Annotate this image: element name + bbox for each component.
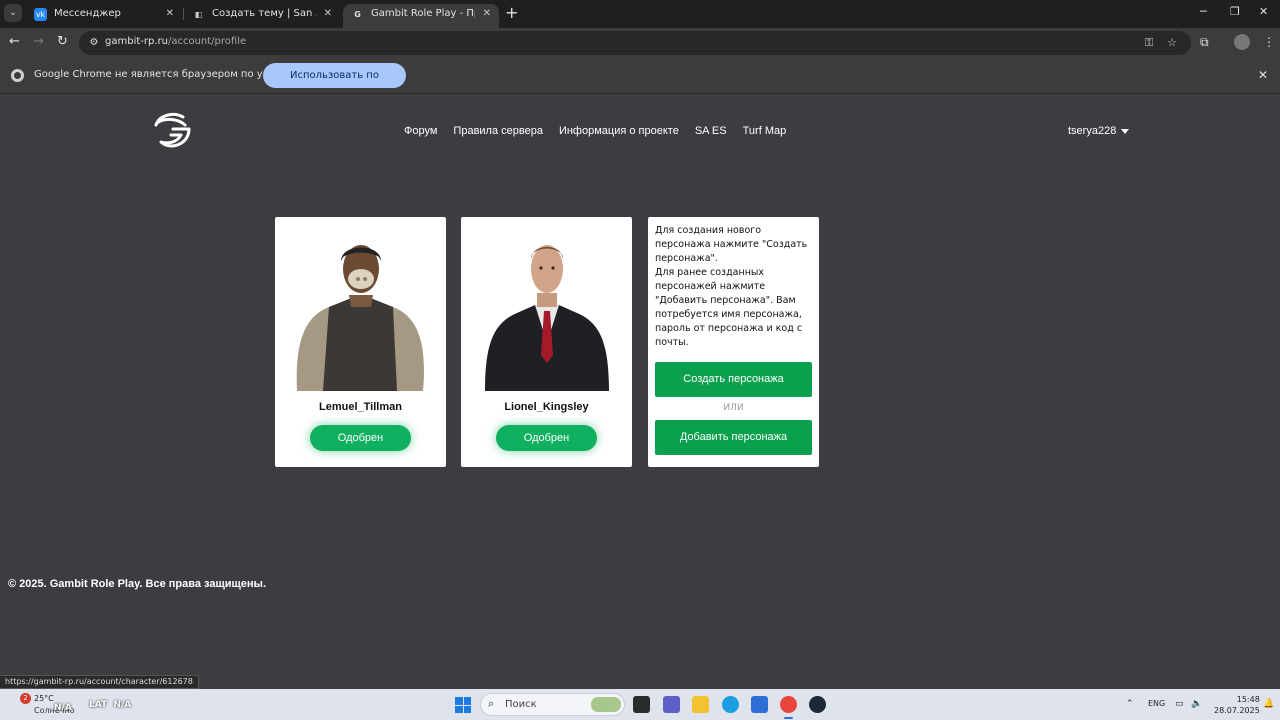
back-arrow-icon[interactable]: ← xyxy=(9,34,20,49)
status-bar-url: https://gambit-rp.ru/account/character/6… xyxy=(0,675,199,689)
add-hint-text: Для ранее созданных персонажей нажмите "… xyxy=(655,267,803,348)
window-close-icon[interactable]: ✕ xyxy=(1259,5,1268,18)
status-badge: Одобрен xyxy=(496,425,597,451)
create-hint-text: Для создания нового персонажа нажмите "С… xyxy=(655,225,808,264)
extensions-icon[interactable]: ⧉ xyxy=(1200,35,1209,50)
task-view-icon[interactable] xyxy=(633,696,650,713)
tab-gambit-profile[interactable]: G Gambit Role Play - Профиль Ui ✕ xyxy=(343,4,499,28)
status-badge: Одобрен xyxy=(310,425,411,451)
edge-icon[interactable] xyxy=(722,696,739,713)
profile-avatar[interactable] xyxy=(1234,34,1250,50)
windows-start-icon[interactable] xyxy=(455,697,471,713)
search-placeholder: Поиск xyxy=(505,699,537,710)
nav-forum[interactable]: Форум xyxy=(404,125,437,137)
site-info-icon[interactable]: ⚙ xyxy=(87,36,101,50)
infobar-close-icon[interactable]: ✕ xyxy=(1258,68,1268,82)
url-text[interactable]: gambit-rp.ru/account/profile xyxy=(105,36,246,47)
network-icon[interactable]: ▭ xyxy=(1175,699,1184,709)
tab-messenger[interactable]: vk Мессенджер ✕ xyxy=(26,4,182,28)
search-highlight-icon xyxy=(591,697,621,712)
weather-temp: 25°C xyxy=(34,694,54,703)
reload-icon[interactable]: ↻ xyxy=(57,34,68,49)
new-tab-button[interactable]: + xyxy=(505,3,518,22)
store-icon[interactable] xyxy=(751,696,768,713)
tab-search-icon[interactable]: ⌄ xyxy=(4,4,22,22)
clock[interactable]: 15:48 28.07.2025 xyxy=(1214,694,1260,716)
taskbar-search[interactable]: ⌕ Поиск xyxy=(480,693,625,716)
windows-taskbar: 2 25°C Солнечно N/A LAT N/A ⌕ Поиск ⌃ EN… xyxy=(0,689,1280,720)
caret-down-icon xyxy=(1121,128,1130,134)
tab-title: Создать тему | San Andreas Em xyxy=(212,8,316,19)
tab-title: Gambit Role Play - Профиль Ui xyxy=(371,8,475,19)
chrome-taskbar-icon[interactable] xyxy=(780,696,797,719)
nav-sa-es[interactable]: SA ES xyxy=(695,125,727,137)
chrome-icon xyxy=(11,69,24,82)
character-name: Lionel_Kingsley xyxy=(504,401,589,413)
close-icon[interactable]: ✕ xyxy=(324,4,332,24)
create-character-button[interactable]: Создать персонажа xyxy=(655,362,812,397)
character-card[interactable]: Lemuel_Tillman Одобрен xyxy=(275,217,446,467)
vk-icon: vk xyxy=(34,8,47,21)
password-key-icon[interactable]: ⚿ xyxy=(1145,36,1153,50)
character-card[interactable]: Lionel_Kingsley Одобрен xyxy=(461,217,632,467)
notifications-icon[interactable]: 🔔 xyxy=(1263,699,1274,709)
footer-copyright: © 2025. Gambit Role Play. Все права защи… xyxy=(8,578,266,590)
gambit-logo-icon[interactable] xyxy=(153,111,193,149)
volume-icon[interactable]: 🔈 xyxy=(1191,699,1202,709)
tab-title: Мессенджер xyxy=(54,8,121,19)
clock-date: 28.07.2025 xyxy=(1214,706,1260,715)
nav-project-info[interactable]: Информация о проекте xyxy=(559,125,679,137)
notification-badge: 2 xyxy=(20,693,31,704)
file-explorer-icon[interactable] xyxy=(692,696,709,713)
user-menu[interactable]: tserya228 xyxy=(1068,125,1130,137)
restore-icon[interactable]: ❐ xyxy=(1230,5,1240,18)
add-character-card: Для создания нового персонажа нажмите "С… xyxy=(648,217,819,467)
nav-turf-map[interactable]: Turf Map xyxy=(743,125,787,137)
add-character-button[interactable]: Добавить персонажа xyxy=(655,420,812,455)
close-icon[interactable]: ✕ xyxy=(483,4,491,24)
search-icon: ⌕ xyxy=(488,697,495,710)
character-portrait xyxy=(296,245,424,391)
character-portrait xyxy=(485,245,609,391)
nav-server-rules[interactable]: Правила сервера xyxy=(453,125,543,137)
minimize-icon[interactable]: ─ xyxy=(1200,5,1207,18)
menu-dots-icon[interactable]: ⋮ xyxy=(1263,35,1275,49)
tray-chevron-icon[interactable]: ⌃ xyxy=(1126,699,1134,709)
teams-icon[interactable] xyxy=(663,696,680,713)
tab-create-topic[interactable]: ◧ Создать тему | San Andreas Em ✕ xyxy=(184,4,340,28)
set-default-button[interactable]: Использовать по умолчанию xyxy=(263,63,406,106)
language-indicator[interactable]: ENG xyxy=(1148,699,1165,708)
clock-time: 15:48 xyxy=(1236,695,1260,704)
close-icon[interactable]: ✕ xyxy=(166,4,174,24)
username: tserya228 xyxy=(1068,125,1117,137)
overlay-value: N/A xyxy=(54,703,72,713)
forum-icon: ◧ xyxy=(194,10,203,19)
forward-arrow-icon[interactable]: → xyxy=(33,34,44,49)
or-divider: ИЛИ xyxy=(723,403,744,413)
bookmark-star-icon[interactable]: ☆ xyxy=(1167,36,1177,49)
gambit-icon: G xyxy=(354,10,361,19)
default-browser-infobar: Google Chrome не является браузером по у… xyxy=(0,58,1280,106)
main-nav: Форум Правила сервера Информация о проек… xyxy=(404,125,786,137)
character-name: Lemuel_Tillman xyxy=(319,401,402,413)
steam-icon[interactable] xyxy=(809,696,826,713)
overlay-lat: LAT N/A xyxy=(89,700,132,710)
browser-toolbar: ← → ↻ ⚙ gambit-rp.ru/account/profile ⚿ ☆… xyxy=(0,28,1280,58)
address-bar[interactable]: ⚙ gambit-rp.ru/account/profile ⚿ ☆ xyxy=(79,31,1191,55)
browser-tabstrip: ⌄ vk Мессенджер ✕ ◧ Создать тему | San A… xyxy=(0,0,1280,28)
page-content: Форум Правила сервера Информация о проек… xyxy=(0,95,1280,689)
